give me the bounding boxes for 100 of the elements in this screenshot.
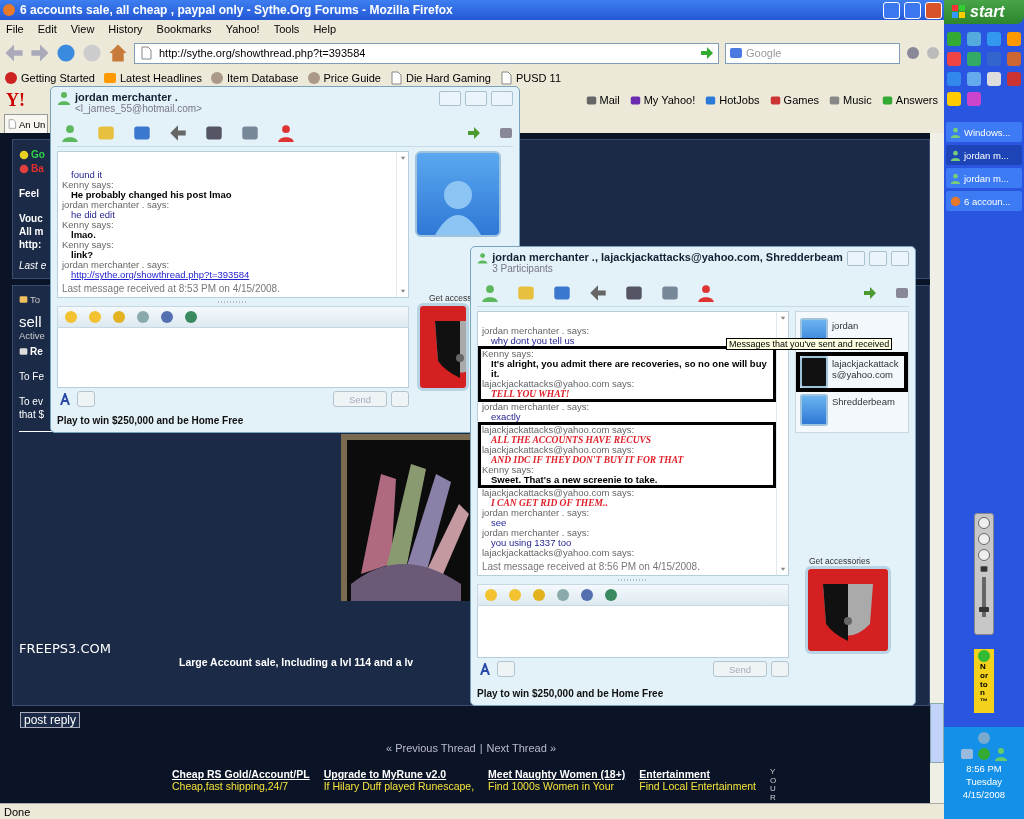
app-icon[interactable] xyxy=(987,32,1001,46)
bookmark[interactable]: Die Hard Gaming xyxy=(389,71,491,85)
app-icon[interactable] xyxy=(967,72,981,86)
maximize-button[interactable] xyxy=(465,91,487,106)
minimize-button[interactable] xyxy=(439,91,461,106)
yahoo-logo[interactable]: Y! xyxy=(6,89,25,111)
rewind-button[interactable] xyxy=(978,517,990,529)
scrollbar[interactable] xyxy=(396,152,408,297)
forward-icon[interactable] xyxy=(30,43,50,63)
post-text: Go xyxy=(31,148,45,161)
font-button[interactable] xyxy=(477,663,493,675)
toolbar-item[interactable]: HotJobs xyxy=(705,94,760,106)
app-icon[interactable] xyxy=(967,92,981,106)
home-icon[interactable] xyxy=(108,43,128,63)
app-icon[interactable] xyxy=(1007,52,1021,66)
message-input[interactable] xyxy=(57,328,409,388)
back-icon[interactable] xyxy=(4,43,24,63)
taskbar-button[interactable]: jordan m... xyxy=(946,145,1022,165)
message-text: He probably changed his post lmao xyxy=(71,190,232,200)
volume-slider-thumb[interactable] xyxy=(979,607,989,612)
search-button[interactable] xyxy=(391,391,409,407)
menu-item[interactable]: View xyxy=(70,23,95,35)
start-button[interactable]: start xyxy=(944,0,1024,24)
post-reply-button[interactable]: post reply xyxy=(20,711,81,728)
message-sender: lajackjackattacks@yahoo.com says: xyxy=(482,488,635,498)
app-icon[interactable] xyxy=(1007,32,1021,46)
message-link[interactable]: http://sythe.org/showthread.php?t=393584 xyxy=(62,270,250,280)
play-button[interactable] xyxy=(978,533,990,545)
app-icon xyxy=(585,94,597,106)
app-icon[interactable] xyxy=(967,32,981,46)
participant-item[interactable]: lajackjackattacks@yahoo.com xyxy=(796,352,908,392)
message-sender: jordan merchanter . says: xyxy=(482,528,590,538)
participant-item[interactable]: Shredderbeam xyxy=(796,390,908,430)
message-input[interactable] xyxy=(477,606,789,658)
close-button[interactable] xyxy=(491,91,513,106)
toolbar-item[interactable]: Answers xyxy=(881,94,938,106)
maximize-button[interactable] xyxy=(868,251,887,266)
app-icon[interactable] xyxy=(1007,72,1021,86)
post-text: that $ xyxy=(19,408,45,421)
bookmark[interactable]: Latest Headlines xyxy=(103,71,202,85)
clock-day: Tuesday xyxy=(965,776,1003,787)
message-text: Sweet. That's a new screenie to take. xyxy=(491,475,658,485)
search-button[interactable] xyxy=(771,661,789,677)
app-icon[interactable] xyxy=(987,72,1001,86)
menu-item[interactable]: Edit xyxy=(37,23,57,35)
bookmark[interactable]: PUSD 11 xyxy=(498,71,561,85)
app-icon[interactable] xyxy=(947,32,961,46)
taskbar-button[interactable]: 6 accoun... xyxy=(946,191,1022,211)
clock-time: 8:56 PM xyxy=(966,763,1002,774)
buddy-icon xyxy=(950,126,961,138)
up-arrow-icon xyxy=(778,314,787,322)
toolbar-item[interactable]: Games xyxy=(769,94,820,106)
forward-button[interactable] xyxy=(978,549,990,561)
app-icon[interactable] xyxy=(947,52,961,66)
add-contact-icon[interactable] xyxy=(61,123,79,142)
ad-title[interactable]: Meet Naughty Women (18+) xyxy=(488,767,626,780)
menu-item[interactable]: Help xyxy=(313,23,336,35)
post-text: Large Account sale, Including a lvl 114 and a lv xyxy=(179,656,414,668)
ad-text: Play to win $250,000 and be Home Free xyxy=(57,414,244,428)
close-button[interactable] xyxy=(890,251,909,266)
buddy-icon xyxy=(950,172,961,184)
message-sender: Kenny says: xyxy=(482,465,534,475)
toolbar-item[interactable]: Music xyxy=(829,94,872,106)
taskbar-button[interactable]: jordan m... xyxy=(946,168,1022,188)
next-thread-link[interactable]: Next Thread » xyxy=(486,741,557,754)
ad-title[interactable]: Cheap RS Gold/Account/PL xyxy=(172,767,310,780)
add-contact-icon[interactable] xyxy=(481,283,499,302)
app-icon[interactable] xyxy=(947,72,961,86)
bookmark[interactable]: Price Guide xyxy=(306,71,381,85)
scrollbar[interactable] xyxy=(930,133,944,803)
ad-text: If Hilary Duff played Runescape, xyxy=(323,779,475,792)
url-field[interactable]: http://sythe.org/showthread.php?t=393584 xyxy=(134,42,719,64)
menu-item[interactable]: Yahoo! xyxy=(225,23,260,35)
post-text: To ev xyxy=(19,395,43,408)
ad-title[interactable]: Entertainment xyxy=(639,767,710,780)
menu-item[interactable]: Tools xyxy=(273,23,300,35)
menu-item[interactable]: File xyxy=(6,23,24,35)
post-text: Feel xyxy=(19,187,39,200)
bookmark[interactable]: Getting Started xyxy=(4,71,95,85)
app-icon[interactable] xyxy=(947,92,961,106)
minimize-button[interactable] xyxy=(846,251,865,266)
post-text: Ba xyxy=(31,162,44,175)
ad-title[interactable]: Upgrade to MyRune v2.0 xyxy=(323,767,447,780)
message-text: lmao. xyxy=(71,230,96,240)
menu-item[interactable]: History xyxy=(108,23,143,35)
accessories-label: Get accessories xyxy=(809,556,870,566)
font-button[interactable] xyxy=(57,393,73,405)
toolbar-item[interactable]: Mail xyxy=(585,94,620,106)
previous-thread-link[interactable]: « Previous Thread xyxy=(385,741,476,754)
app-icon xyxy=(881,94,893,106)
browser-tab[interactable]: An Un xyxy=(4,114,49,133)
buddy-icon xyxy=(57,91,71,105)
message-text: found it xyxy=(70,170,103,180)
app-icon xyxy=(769,94,781,106)
toolbar-item[interactable]: My Yahoo! xyxy=(629,94,696,106)
menu-item[interactable]: Bookmarks xyxy=(156,23,212,35)
app-icon[interactable] xyxy=(967,52,981,66)
taskbar-button[interactable]: Windows... xyxy=(946,122,1022,142)
buddy-icon xyxy=(994,747,1008,761)
bookmark[interactable]: Item Database xyxy=(209,71,299,85)
